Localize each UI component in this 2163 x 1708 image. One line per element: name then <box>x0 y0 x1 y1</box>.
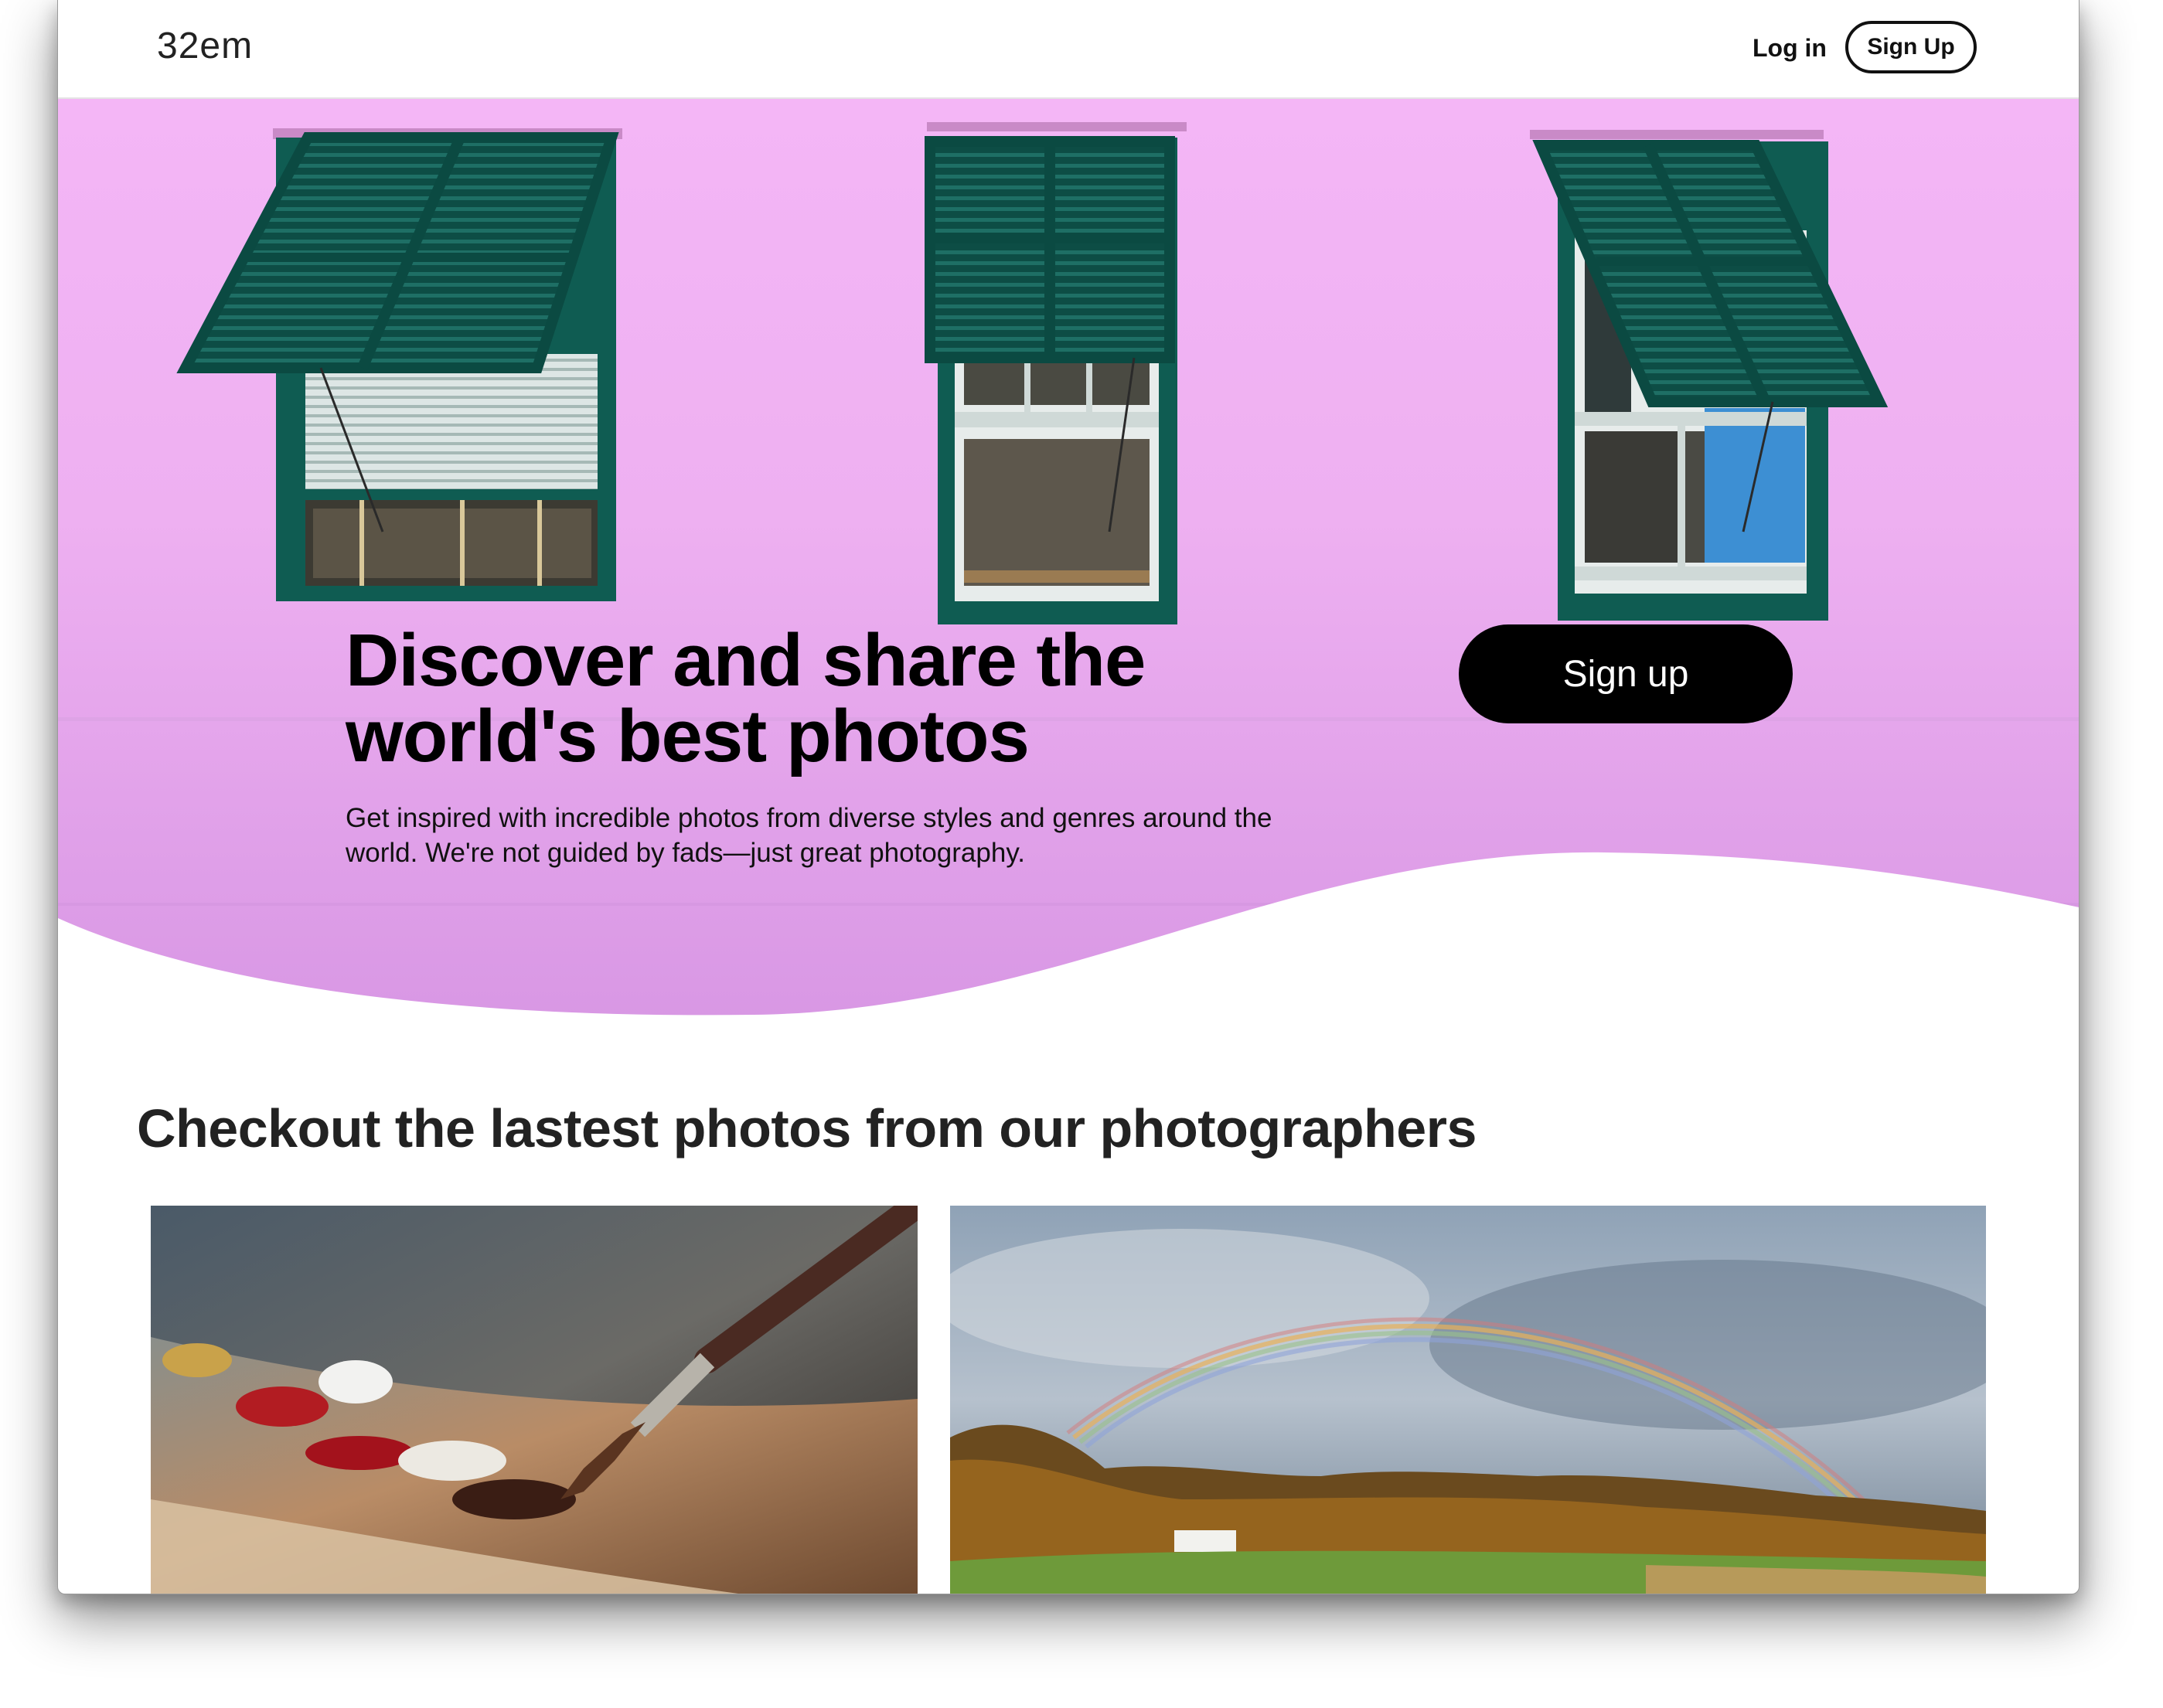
hero-subtitle-line1: Get inspired with incredible photos from… <box>346 803 1272 833</box>
paint-palette-photo <box>151 1206 918 1594</box>
brand-logo[interactable]: 32em <box>157 25 253 67</box>
hero-title-line1: Discover and share the <box>346 619 1146 702</box>
browser-window: 32em Log in Sign Up Discover and share t… <box>57 0 2080 1594</box>
hero-subtitle: Get inspired with incredible photos from… <box>346 801 1304 870</box>
rainbow-landscape-photo <box>950 1206 1986 1594</box>
hero-subtitle-line2: world. We're not guided by fads—just gre… <box>346 838 1025 868</box>
hero-photo-pink-wall <box>58 99 2079 1026</box>
window-right <box>1530 130 1889 621</box>
latest-photos-heading: Checkout the lastest photos from our pho… <box>137 1098 1477 1159</box>
nav-signup-button[interactable]: Sign Up <box>1845 21 1977 73</box>
hero-title-line2: world's best photos <box>346 695 1030 777</box>
hero-signup-button[interactable]: Sign up <box>1459 624 1793 723</box>
photo-card-paint-palette[interactable] <box>151 1206 918 1594</box>
login-link[interactable]: Log in <box>1753 34 1827 63</box>
hero-title: Discover and share the world's best phot… <box>346 623 1235 774</box>
hero-section: Discover and share the world's best phot… <box>58 99 2079 1026</box>
photo-card-rainbow-landscape[interactable] <box>950 1206 1986 1594</box>
window-center <box>925 122 1187 624</box>
top-nav: 32em Log in Sign Up <box>58 0 2079 99</box>
